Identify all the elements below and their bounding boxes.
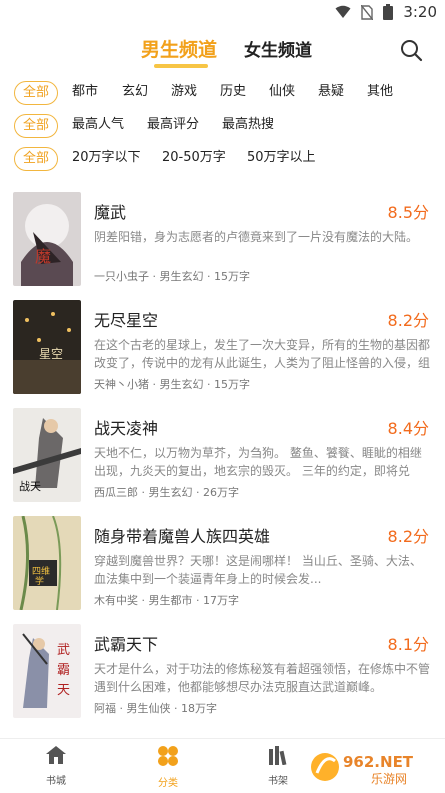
wifi-icon [335,5,351,18]
book-meta: 木有中奖 · 男生都市 · 17万字 [94,594,239,607]
book-cover: 武 霸 天 [13,624,81,718]
book-title: 无尽星空 [94,311,159,330]
book-cover: 星空 [13,300,81,394]
book-title: 随身带着魔兽人族四英雄 [94,527,271,546]
filter-length-all[interactable]: 全部 [14,147,59,171]
filter-genre-all[interactable]: 全部 [14,81,59,105]
list-item[interactable]: 战天 战天凌神 8.4分 天地不仁，以万物为草芥，为刍狗。 鳌鱼、饕餮、睚眦的相… [0,404,445,512]
book-meta: 天神丶小猪 · 男生玄幻 · 15万字 [94,378,250,391]
channel-header: 男生频道 女生频道 [0,30,445,74]
svg-text:霸: 霸 [57,663,70,678]
svg-text:魔: 魔 [35,247,51,266]
filter-row-genre: 全部 都市 玄幻 游戏 历史 仙侠 悬疑 其他 [0,78,445,111]
filter-genre-mystery[interactable]: 悬疑 [318,81,344,103]
bookshelf-icon [269,746,287,766]
book-description: 在这个古老的星球上，发生了一次大变异，所有的生物的基因都改变了，传说中的龙有从此… [94,338,430,370]
book-title: 武霸天下 [94,635,159,654]
list-item[interactable]: 星空 无尽星空 8.2分 在这个古老的星球上，发生了一次大变异，所有的生物的基因… [0,296,445,404]
home-icon [46,746,66,764]
book-cover: 魔 [13,192,81,286]
svg-text:战天: 战天 [19,480,41,493]
filter-genre-urban[interactable]: 都市 [72,81,98,103]
book-title: 魔武 [94,203,127,222]
book-score: 8.2分 [387,527,429,546]
svg-text:四维: 四维 [32,565,50,577]
book-cover: 战天 [13,408,81,502]
nav-bookstore[interactable]: 书城 [26,745,86,787]
book-score: 8.4分 [387,419,429,438]
nav-label: 书架 [268,776,288,787]
book-description: 阴差阳错，身为志愿者的卢德竟来到了一片没有魔法的大陆。 [94,230,419,244]
filter-length-under-20w[interactable]: 20万字以下 [72,147,141,169]
book-score: 8.2分 [387,311,429,330]
status-bar: 3:20 [0,0,445,26]
filter-length-over-50w[interactable]: 50万字以上 [247,147,316,169]
book-description: 天才是什么，对于功法的修炼秘笈有着超强领悟，在修炼中不管遇到什么困难，他都能够想… [94,662,430,694]
filter-sort-trending[interactable]: 最高热搜 [222,114,274,136]
battery-icon [383,4,394,20]
tab-female-channel[interactable]: 女生频道 [244,36,312,61]
search-icon[interactable] [399,38,423,62]
svg-text:962.NET: 962.NET [343,753,414,771]
filter-sort-rating[interactable]: 最高评分 [147,114,199,136]
status-time: 3:20 [403,3,437,21]
nav-category[interactable]: 分类 [138,745,198,789]
filter-sort-popular[interactable]: 最高人气 [72,114,124,136]
active-tab-indicator [154,64,208,68]
book-list: 魔 魔武 8.5分 阴差阳错，身为志愿者的卢德竟来到了一片没有魔法的大陆。 一只… [0,188,445,728]
filter-row-sort: 全部 最高人气 最高评分 最高热搜 [0,111,445,144]
book-meta: 一只小虫子 · 男生玄幻 · 15万字 [94,270,250,283]
no-sim-icon [361,4,374,20]
tab-male-channel[interactable]: 男生频道 [141,35,217,62]
list-item[interactable]: 武 霸 天 武霸天下 8.1分 天才是什么，对于功法的修炼秘笈有着超强领悟，在修… [0,620,445,728]
filter-genre-history[interactable]: 历史 [220,81,246,103]
filter-length-20-50w[interactable]: 20-50万字 [162,147,226,169]
book-meta: 西瓜三郎 · 男生玄幻 · 26万字 [94,486,239,499]
book-description: 穿越到魔兽世界？天哪！这是闹哪样！ 当山丘、圣骑、大法、血法集中到一个装逼青年身… [94,554,422,586]
book-score: 8.1分 [387,635,429,654]
filter-genre-game[interactable]: 游戏 [171,81,197,103]
bottom-nav: 书城 分类 书架 962.NET 乐游网 [0,738,445,793]
book-meta: 阿福 · 男生仙侠 · 18万字 [94,702,217,715]
book-description: 天地不仁，以万物为草芥，为刍狗。 鳌鱼、饕餮、睚眦的相继出现，九炎天的复出，地玄… [94,446,422,478]
svg-text:乐游网: 乐游网 [371,772,407,786]
category-icon [158,746,178,766]
nav-label: 分类 [158,778,178,789]
svg-text:天: 天 [57,683,70,698]
svg-text:武: 武 [57,643,70,658]
nav-label: 书城 [46,776,66,787]
list-item[interactable]: 四维 学 随身带着魔兽人族四英雄 8.2分 穿越到魔兽世界？天哪！这是闹哪样！ … [0,512,445,620]
filter-sort-all[interactable]: 全部 [14,114,59,138]
book-title: 战天凌神 [94,419,159,438]
book-cover: 四维 学 [13,516,81,610]
svg-text:星空: 星空 [39,347,63,361]
list-item[interactable]: 魔 魔武 8.5分 阴差阳错，身为志愿者的卢德竟来到了一片没有魔法的大陆。 一只… [0,188,445,296]
filter-panel: 全部 都市 玄幻 游戏 历史 仙侠 悬疑 其他 全部 最高人气 最高评分 最高热… [0,78,445,177]
filter-genre-other[interactable]: 其他 [367,81,393,103]
svg-text:学: 学 [35,575,44,587]
site-watermark: 962.NET 乐游网 [311,753,414,786]
book-score: 8.5分 [387,203,429,222]
filter-genre-xianxia[interactable]: 仙侠 [269,81,295,103]
filter-row-length: 全部 20万字以下 20-50万字 50万字以上 [0,144,445,177]
filter-genre-fantasy[interactable]: 玄幻 [122,81,148,103]
nav-bookshelf[interactable]: 书架 [248,745,308,787]
